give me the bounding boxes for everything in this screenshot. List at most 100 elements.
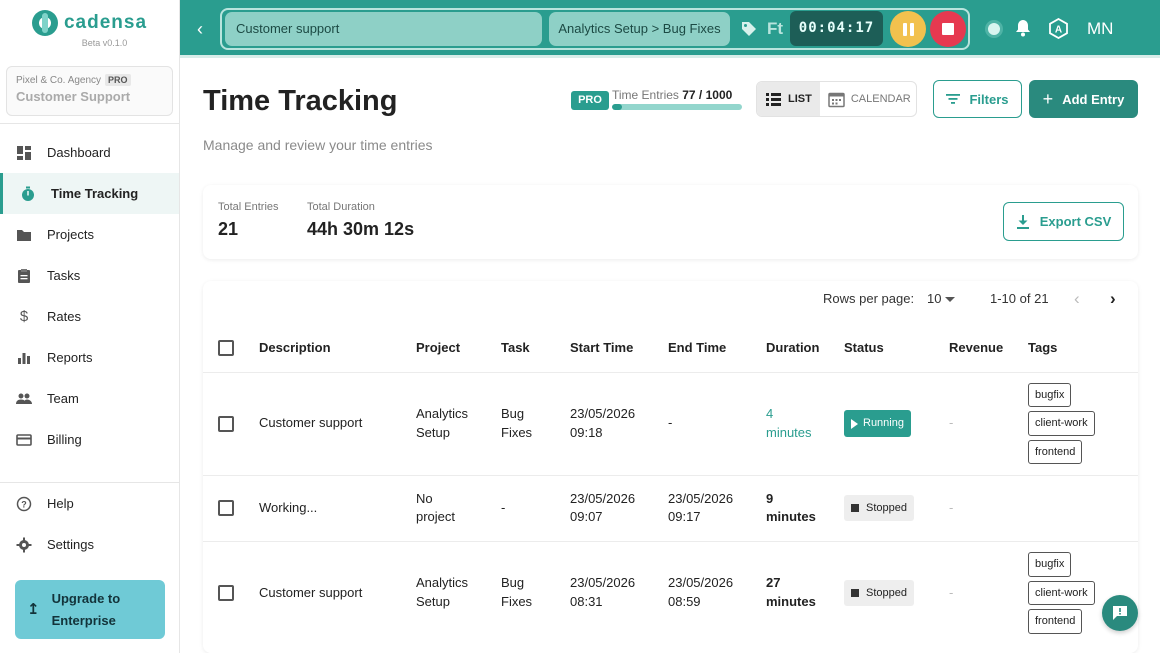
revenue-cell: -	[949, 540, 1028, 644]
column-header[interactable]: Project	[416, 323, 501, 372]
time-entries-progress-fill	[612, 104, 622, 110]
project-line: project	[416, 509, 456, 524]
start-time-cell: 23/05/2026 09:07	[570, 474, 668, 541]
sidebar-item-reports[interactable]: Reports	[0, 337, 179, 378]
sidebar-item-label: Help	[47, 496, 74, 511]
select-all-checkbox[interactable]	[218, 339, 234, 356]
task-cell: Bug Fixes	[501, 540, 570, 644]
calendar-icon	[828, 92, 845, 107]
table-row[interactable]: Customer support Analytics Setup Bug Fixes…	[203, 371, 1138, 475]
sidebar-item-label: Rates	[47, 309, 81, 324]
view-toggle: LIST CALENDAR	[756, 81, 917, 117]
stop-button[interactable]	[930, 11, 966, 47]
table-row[interactable]: Working... No project - 23/05/2026 09:07 2…	[203, 474, 1138, 541]
sidebar-item-tasks[interactable]: Tasks	[0, 255, 179, 296]
bell-icon[interactable]	[1014, 19, 1032, 37]
sidebar-item-rates[interactable]: $ Rates	[0, 296, 179, 337]
add-entry-button[interactable]: + Add Entry	[1029, 80, 1138, 118]
chevron-left-icon[interactable]: ‹	[1074, 289, 1080, 309]
sidebar-item-dashboard[interactable]: Dashboard	[0, 132, 179, 173]
status-indicator	[988, 23, 1000, 35]
chat-support-button[interactable]	[1102, 595, 1138, 631]
brand[interactable]: cadensa Beta v0.1.0	[0, 0, 179, 58]
task-line: -	[501, 499, 506, 515]
pro-badge: PRO	[571, 91, 609, 110]
chevron-left-icon[interactable]: ‹	[192, 19, 208, 39]
calendar-view-button[interactable]: CALENDAR	[820, 82, 916, 116]
duration-cell: 27 minutes	[766, 540, 844, 644]
user-initials-avatar[interactable]: MN	[1087, 19, 1113, 39]
column-header[interactable]: Revenue	[949, 323, 1028, 372]
folder-icon	[16, 227, 32, 243]
tag-icon[interactable]	[741, 21, 757, 37]
upgrade-button[interactable]: ↥ Upgrade to Enterprise	[15, 580, 165, 639]
agency-name: Pixel & Co. Agency	[16, 74, 102, 86]
timer-description-input[interactable]: Customer support	[225, 12, 542, 46]
sidebar-item-time-tracking[interactable]: Time Tracking	[0, 173, 179, 214]
workspace-switcher[interactable]: Pixel & Co. Agency PRO Customer Support	[6, 66, 173, 116]
stop-icon	[942, 23, 954, 35]
export-csv-button[interactable]: Export CSV	[1003, 202, 1124, 241]
total-entries-label: Total Entries	[218, 201, 279, 213]
timer-project-selector[interactable]: Analytics Setup > Bug Fixes	[549, 12, 730, 46]
tag-abbreviation[interactable]: Ft	[767, 19, 783, 39]
ai-assistant-icon[interactable]: A	[1048, 17, 1069, 40]
main-content: Time Tracking Manage and review your tim…	[180, 61, 1160, 653]
task-line: Fixes	[501, 424, 533, 440]
status-cell: Running	[844, 371, 949, 475]
column-header[interactable]: Task	[501, 323, 570, 372]
filters-button[interactable]: Filters	[933, 80, 1022, 118]
sidebar-item-billing[interactable]: Billing	[0, 419, 179, 460]
row-checkbox[interactable]	[218, 500, 234, 517]
tag-chip[interactable]: bugfix	[1028, 382, 1072, 408]
revenue-cell: -	[949, 474, 1028, 541]
description-cell: Customer support	[259, 540, 416, 644]
list-view-button[interactable]: LIST	[757, 82, 820, 116]
status-badge: Stopped	[844, 494, 914, 522]
sidebar-item-projects[interactable]: Projects	[0, 214, 179, 255]
stop-square-icon	[851, 588, 859, 597]
time-entries-usage: Time Entries 77 / 1000	[612, 88, 742, 110]
start-date: 23/05/2026	[570, 490, 636, 506]
plus-icon: +	[1042, 88, 1054, 109]
column-header[interactable]: Start Time	[570, 323, 668, 372]
sidebar-item-team[interactable]: Team	[0, 378, 179, 419]
column-header[interactable]: Description	[259, 323, 416, 372]
column-header[interactable]: Duration	[766, 323, 844, 372]
time-entries-table-card: Rows per page: 10 1-10 of 21 ‹ › Descrip…	[203, 281, 1138, 653]
download-icon	[1016, 214, 1029, 229]
description-cell: Customer support	[259, 371, 416, 475]
tag-chip[interactable]: bugfix	[1028, 552, 1072, 577]
project-line: Setup	[416, 593, 450, 609]
tag-chip[interactable]: client-work	[1028, 411, 1095, 436]
upgrade-label: Upgrade to Enterprise	[52, 588, 121, 632]
sidebar-item-help[interactable]: ? Help	[0, 483, 179, 524]
tag-chip[interactable]: frontend	[1028, 439, 1083, 465]
total-duration-value: 44h 30m 12s	[307, 219, 415, 239]
rows-per-page-label: Rows per page:	[823, 291, 915, 306]
sidebar-item-settings[interactable]: Settings	[0, 524, 179, 565]
column-header[interactable]: Tags	[1028, 323, 1138, 372]
row-checkbox[interactable]	[218, 415, 234, 432]
filters-label: Filters	[969, 91, 1009, 107]
tag-chip[interactable]: client-work	[1028, 580, 1095, 605]
sidebar-item-label: Dashboard	[47, 145, 111, 160]
stop-square-icon	[851, 504, 859, 512]
status-badge: Running	[844, 410, 911, 437]
gear-icon	[16, 537, 32, 553]
filter-icon	[946, 94, 961, 104]
pause-button[interactable]	[890, 11, 926, 47]
page-subtitle: Manage and review your time entries	[203, 137, 433, 153]
row-checkbox[interactable]	[218, 585, 234, 602]
table-row[interactable]: Customer support Analytics Setup Bug Fixes…	[203, 540, 1138, 644]
column-header[interactable]: End Time	[668, 323, 766, 372]
tag-chip[interactable]: frontend	[1028, 609, 1083, 634]
caret-down-icon[interactable]	[945, 297, 955, 302]
column-header[interactable]: Status	[844, 323, 949, 372]
sidebar: cadensa Beta v0.1.0 Pixel & Co. Agency P…	[0, 0, 180, 653]
chevron-right-icon[interactable]: ›	[1110, 289, 1116, 309]
status-label: Stopped	[866, 586, 907, 599]
status-label: Running	[863, 417, 904, 430]
rows-per-page-select[interactable]: 10	[927, 291, 941, 306]
plan-badge: PRO	[105, 74, 131, 86]
